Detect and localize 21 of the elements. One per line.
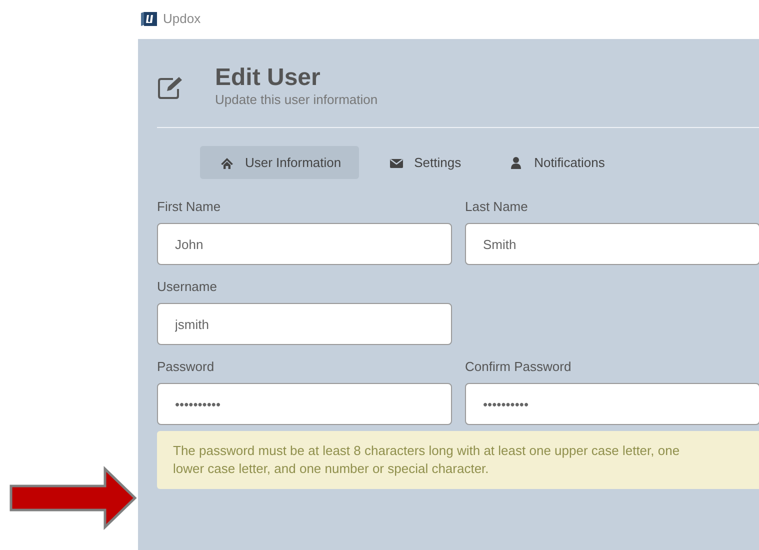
input-field[interactable]: Smith (465, 223, 759, 265)
password-notice: The password must be at least 8 characters long with at least one upper case letter, one lower case letter, and one number or special character. (157, 431, 759, 489)
app-name: Updox (163, 11, 201, 26)
input-field[interactable]: •••••••••• (465, 383, 759, 425)
tab[interactable]: Notifications (489, 146, 623, 179)
tab[interactable]: Settings (369, 146, 480, 179)
input-field[interactable]: jsmith (157, 303, 452, 345)
input-field[interactable]: •••••••••• (157, 383, 452, 425)
tab[interactable]: User Information (200, 146, 360, 179)
page-title: Edit User (215, 64, 322, 92)
field-label: Confirm Password (465, 359, 572, 375)
home-icon (220, 156, 235, 170)
field-label: Password (157, 359, 216, 375)
arrow-icon (9, 466, 137, 530)
edit-icon (157, 76, 185, 100)
page-subtitle: Update this user information (215, 92, 378, 108)
input-field[interactable]: John (157, 223, 452, 265)
field-label: Username (157, 279, 218, 295)
field-label: Last Name (465, 199, 529, 215)
logo-icon (140, 10, 158, 28)
field-label: First Name (157, 199, 222, 215)
